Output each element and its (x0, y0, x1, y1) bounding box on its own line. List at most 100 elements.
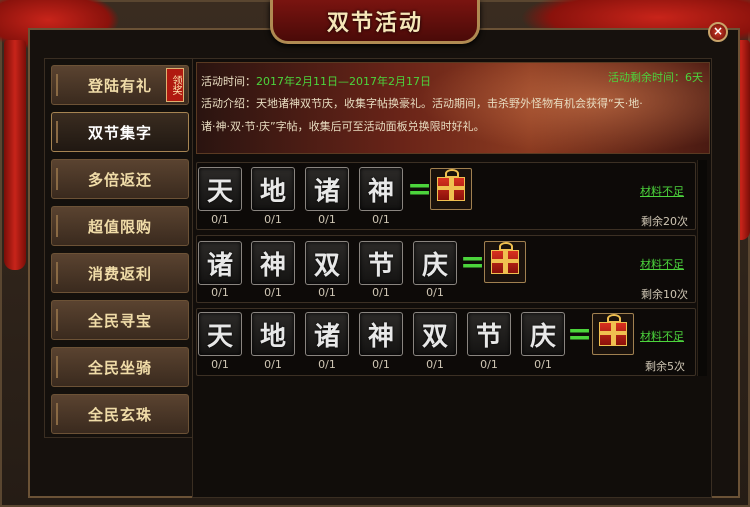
sidebar-item-multi-return[interactable]: 多倍返还 (51, 159, 189, 199)
sidebar-item-limited-buy[interactable]: 超值限购 (51, 206, 189, 246)
char-tile[interactable]: 节 (467, 312, 511, 356)
char-tile[interactable]: 庆 (413, 241, 457, 285)
tab-ornament-icon (56, 121, 64, 143)
char-count: 0/1 (318, 358, 336, 371)
event-time: 活动时间：2017年2月11日—2017年2月17日 (201, 73, 431, 89)
tab-ornament-icon (56, 309, 64, 331)
tab-ornament-icon (56, 74, 64, 96)
gift-bow-icon (445, 169, 459, 178)
equals-sign: = (460, 245, 486, 280)
event-remaining: 活动剩余时间：6天 (608, 69, 703, 85)
char-glyph: 诸 (313, 321, 340, 352)
exchange-status-link[interactable]: 材料不足 (640, 183, 684, 199)
gift-bow-icon (499, 242, 513, 251)
char-count: 0/1 (211, 213, 229, 226)
sidebar-item-label: 消费返利 (87, 264, 152, 283)
gift-icon (599, 314, 627, 346)
char-count: 0/1 (480, 358, 498, 371)
sidebar-item-label: 全民坐骑 (87, 358, 152, 377)
char-glyph: 地 (259, 321, 286, 352)
char-tile[interactable]: 神 (251, 241, 295, 285)
char-tile[interactable]: 诸 (305, 167, 349, 211)
sidebar-item-label: 登陆有礼 (87, 76, 152, 95)
char-count: 0/1 (264, 286, 282, 299)
sidebar-item-treasure-hunt[interactable]: 全民寻宝 (51, 300, 189, 340)
tab-ornament-icon (56, 215, 64, 237)
char-glyph: 双 (313, 250, 340, 281)
char-glyph: 节 (367, 250, 394, 281)
sidebar-item-label: 全民玄珠 (87, 405, 152, 424)
char-tile[interactable]: 节 (359, 241, 403, 285)
sidebar-item-label: 双节集字 (87, 123, 152, 142)
char-glyph: 神 (367, 321, 394, 352)
char-glyph: 地 (259, 176, 286, 207)
char-glyph: 诸 (206, 250, 233, 281)
claim-badge[interactable]: 领奖 (166, 68, 184, 102)
remaining-count: 剩余10次 (641, 288, 688, 301)
remaining-count: 剩余20次 (641, 215, 688, 228)
char-count: 0/1 (372, 358, 390, 371)
char-tile[interactable]: 天 (198, 167, 242, 211)
char-glyph: 诸 (313, 176, 340, 207)
char-count: 0/1 (318, 213, 336, 226)
sidebar-item-login-gift[interactable]: 登陆有礼 领奖 (51, 65, 189, 105)
ribbon-drop-left (4, 40, 26, 270)
tab-ornament-icon (56, 168, 64, 190)
equals-sign: = (567, 317, 593, 352)
exchange-status-link[interactable]: 材料不足 (640, 328, 684, 344)
char-count: 0/1 (211, 286, 229, 299)
sidebar-item-spend-rebate[interactable]: 消费返利 (51, 253, 189, 293)
gift-icon (437, 169, 465, 201)
sidebar-item-collect-chars[interactable]: 双节集字 (51, 112, 189, 152)
equals-sign: = (407, 172, 433, 207)
sidebar-item-mounts[interactable]: 全民坐骑 (51, 347, 189, 387)
gift-box-icon[interactable] (592, 313, 634, 355)
char-tile[interactable]: 神 (359, 312, 403, 356)
sidebar-item-pearls[interactable]: 全民玄珠 (51, 394, 189, 434)
char-glyph: 庆 (529, 321, 556, 352)
char-tile[interactable]: 双 (305, 241, 349, 285)
sidebar: 登陆有礼 领奖 双节集字 多倍返还 超值限购 消费返利 全民寻宝 全民坐骑 全民… (44, 58, 194, 438)
title-plate: 双节活动 (270, 0, 480, 44)
char-tile[interactable]: 天 (198, 312, 242, 356)
event-remaining-label: 活动剩余时间： (608, 71, 685, 84)
event-time-label: 活动时间： (201, 75, 256, 88)
char-tile[interactable]: 庆 (521, 312, 565, 356)
scrollbar[interactable] (697, 160, 707, 376)
char-glyph: 节 (475, 321, 502, 352)
char-glyph: 天 (206, 176, 233, 207)
event-banner: 活动时间：2017年2月11日—2017年2月17日 活动剩余时间：6天 活动介… (196, 62, 710, 154)
char-glyph: 神 (259, 250, 286, 281)
remaining-count: 剩余5次 (645, 360, 685, 373)
char-count: 0/1 (426, 286, 444, 299)
event-time-value: 2017年2月11日—2017年2月17日 (256, 75, 431, 88)
char-tile[interactable]: 诸 (305, 312, 349, 356)
char-tile[interactable]: 地 (251, 312, 295, 356)
char-count: 0/1 (264, 358, 282, 371)
gift-icon (491, 242, 519, 274)
char-glyph: 神 (367, 176, 394, 207)
close-button[interactable]: × (708, 22, 728, 42)
char-glyph: 双 (421, 321, 448, 352)
char-glyph: 庆 (421, 250, 448, 281)
gift-box-icon[interactable] (484, 241, 526, 283)
char-count: 0/1 (372, 213, 390, 226)
event-intro-line1: 活动介绍：天地诸神双节庆，收集字帖换豪礼。活动期间，击杀野外怪物有机会获得“天·… (201, 97, 643, 110)
tab-ornament-icon (56, 262, 64, 284)
char-tile[interactable]: 神 (359, 167, 403, 211)
event-remaining-value: 6天 (685, 71, 703, 84)
char-count: 0/1 (211, 358, 229, 371)
char-count: 0/1 (372, 286, 390, 299)
char-glyph: 天 (206, 321, 233, 352)
tab-ornament-icon (56, 403, 64, 425)
char-tile[interactable]: 双 (413, 312, 457, 356)
char-count: 0/1 (534, 358, 552, 371)
gift-bow-icon (607, 314, 621, 323)
gift-box-icon[interactable] (430, 168, 472, 210)
char-count: 0/1 (264, 213, 282, 226)
char-tile[interactable]: 诸 (198, 241, 242, 285)
exchange-status-link[interactable]: 材料不足 (640, 256, 684, 272)
event-intro-line2: 诸·神·双·节·庆”字帖，收集后可至活动面板兑换限时好礼。 (201, 120, 485, 133)
char-tile[interactable]: 地 (251, 167, 295, 211)
char-count: 0/1 (426, 358, 444, 371)
